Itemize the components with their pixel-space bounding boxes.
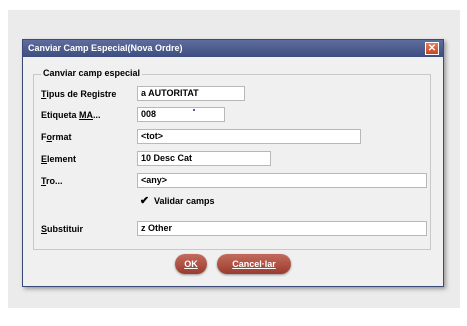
- etiqueta-label-prefix: Etiqueta: [41, 110, 80, 120]
- substituir-label: Substituir: [41, 224, 83, 234]
- close-icon: ✕: [427, 43, 437, 54]
- etiqueta-label: Etiqueta MA...: [41, 110, 101, 120]
- ok-button[interactable]: OK: [175, 254, 207, 274]
- dialog-title: Canviar Camp Especial(Nova Ordre): [28, 43, 183, 53]
- dialog-title-bar[interactable]: Canviar Camp Especial(Nova Ordre) ✕: [23, 40, 443, 57]
- tro-field[interactable]: <any>: [137, 173, 427, 188]
- etiqueta-field[interactable]: 008: [137, 107, 225, 122]
- tipus-de-registre-label: Tipus de Registre: [41, 89, 116, 99]
- validar-camps-label-rest: alidar camps: [159, 196, 215, 206]
- validar-camps-checkbox[interactable]: ✔: [139, 196, 150, 207]
- etiqueta-label-rest: ...: [93, 110, 101, 120]
- format-label-rest: rmat: [52, 132, 72, 142]
- validar-camps-row[interactable]: ✔ Validar camps: [139, 196, 215, 207]
- dialog-window: Canviar Camp Especial(Nova Ordre) ✕ Canv…: [22, 39, 444, 287]
- etiqueta-label-accesskey: MA: [79, 110, 94, 120]
- format-field[interactable]: <tot>: [137, 129, 361, 144]
- tro-label: Tro...: [41, 176, 63, 186]
- cursor-marker: [193, 109, 195, 111]
- cancel-button[interactable]: Cancel·lar: [217, 254, 291, 274]
- format-label: Format: [41, 132, 72, 142]
- tipus-de-registre-label-rest: ipus de Registre: [46, 89, 117, 99]
- element-label-rest: lement: [47, 154, 77, 164]
- group-title: Canviar camp especial: [41, 68, 143, 78]
- tro-label-rest: ro...: [46, 176, 63, 186]
- substituir-label-rest: ubstituir: [47, 224, 84, 234]
- element-label: Element: [41, 154, 76, 164]
- element-field[interactable]: 10 Desc Cat: [137, 151, 271, 166]
- substituir-field[interactable]: z Other: [137, 221, 427, 236]
- close-button[interactable]: ✕: [425, 42, 439, 55]
- tipus-de-registre-field[interactable]: a AUTORITAT: [137, 86, 245, 101]
